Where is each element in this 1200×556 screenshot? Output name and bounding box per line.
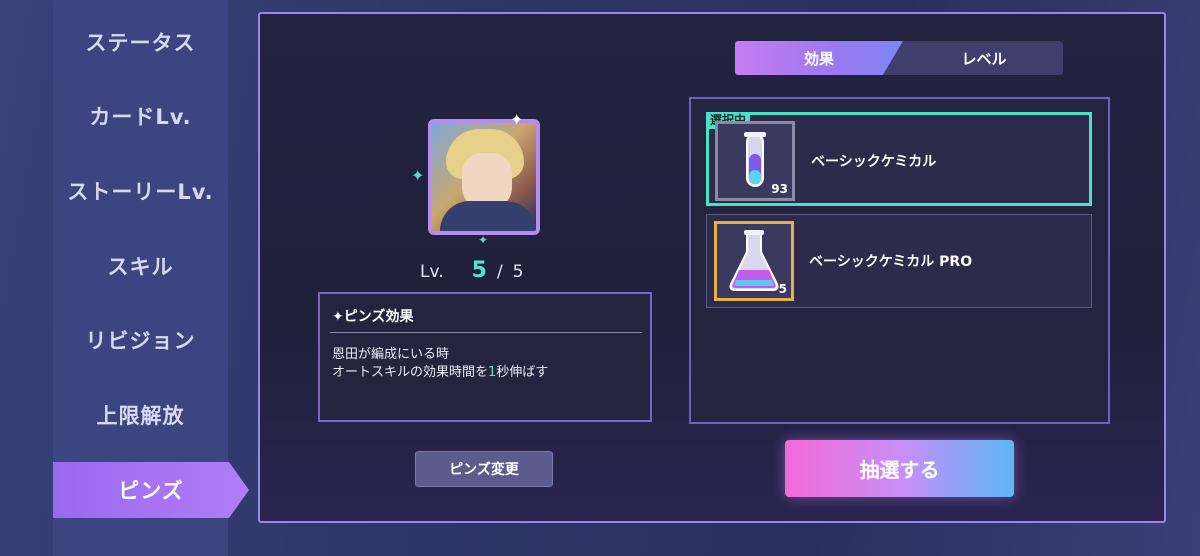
pins-effect-description: 恩田が編成にいる時 オートスキルの効果時間を1秒伸ばす xyxy=(332,346,548,382)
card-level: Lv. 5 / 5 xyxy=(420,258,524,283)
item-name: ベーシックケミカル xyxy=(811,154,937,170)
list-item[interactable]: 5 ベーシックケミカル PRO xyxy=(706,214,1092,308)
sidebar-item-pins[interactable]: ピンズ xyxy=(53,462,249,518)
line2-prefix: オートスキルの効果時間を xyxy=(332,365,489,380)
pins-effect-line1: 恩田が編成にいる時 xyxy=(332,347,450,362)
sidebar-item-limit-break[interactable]: 上限解放 xyxy=(53,387,228,443)
sidebar-item-skill[interactable]: スキル xyxy=(53,238,228,294)
pins-effect-line2: オートスキルの効果時間を1秒伸ばす xyxy=(332,364,548,382)
pins-effect-box: ✦ピンズ効果 恩田が編成にいる時 オートスキルの効果時間を1秒伸ばす xyxy=(318,292,652,422)
divider xyxy=(330,332,642,333)
pins-effect-title: ✦ピンズ効果 xyxy=(332,309,414,325)
sidebar-item-card-level[interactable]: カードLv. xyxy=(53,88,228,144)
item-name: ベーシックケミカル PRO xyxy=(809,254,973,270)
item-thumbnail: 93 xyxy=(715,121,795,201)
tab-level[interactable]: レベル xyxy=(905,41,1063,75)
item-thumbnail: 5 xyxy=(714,221,794,301)
change-pins-button[interactable]: ピンズ変更 xyxy=(415,451,553,487)
sparkle-icon: ✦ xyxy=(411,166,425,185)
sidebar-item-revision[interactable]: リビジョン xyxy=(53,312,228,368)
level-max: 5 xyxy=(512,262,524,282)
sidebar-item-story-level[interactable]: ストーリーLv. xyxy=(53,163,228,219)
sidebar: ステータス カードLv. ストーリーLv. スキル リビジョン 上限解放 ピンズ xyxy=(53,0,249,556)
sparkle-icon: ✦ xyxy=(478,233,489,247)
item-count: 5 xyxy=(778,282,787,296)
line2-suffix: 秒伸ばす xyxy=(496,365,549,380)
card-portrait xyxy=(428,119,540,235)
sidebar-item-status[interactable]: ステータス xyxy=(53,14,228,70)
item-count: 93 xyxy=(771,182,788,196)
tab-bar: 効果 レベル xyxy=(735,41,1063,75)
tab-effect[interactable]: 効果 xyxy=(735,41,903,75)
sparkle-icon: ✦ xyxy=(510,110,524,129)
level-label: Lv. xyxy=(420,262,444,282)
level-current: 5 xyxy=(471,258,487,283)
level-separator: / xyxy=(496,262,503,282)
list-item[interactable]: 選択中 93 ベーシックケミカル xyxy=(706,112,1092,206)
portrait-body xyxy=(440,201,536,231)
draw-button[interactable]: 抽選する xyxy=(785,440,1014,497)
